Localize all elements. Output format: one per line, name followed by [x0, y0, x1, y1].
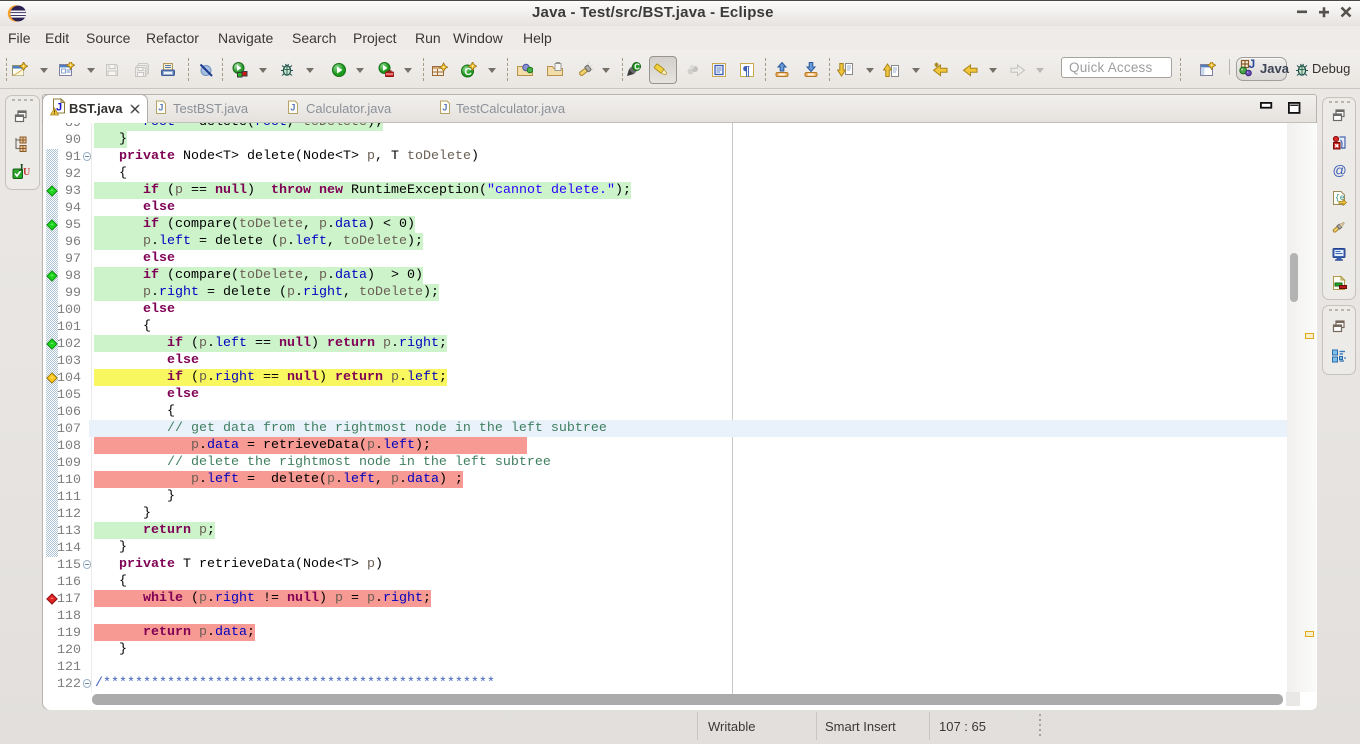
svg-text:J: J: [442, 103, 447, 113]
svg-text:¶: ¶: [743, 64, 751, 78]
svg-text:J: J: [290, 103, 295, 113]
svg-text:@: @: [1333, 162, 1347, 178]
svg-text:U: U: [23, 167, 30, 178]
svg-text:C: C: [634, 63, 640, 72]
svg-text:J: J: [158, 103, 163, 113]
svg-text:J: J: [1249, 59, 1256, 71]
